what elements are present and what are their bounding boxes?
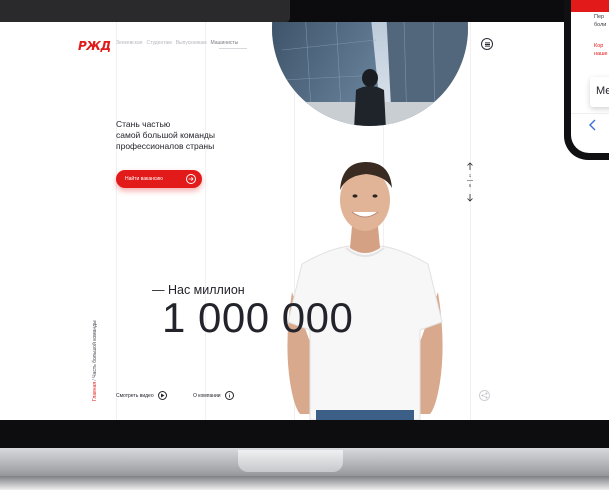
watch-video-link[interactable]: Смотреть видео — [116, 391, 167, 400]
laptop-bezel-top — [0, 0, 609, 22]
laptop-mockup: РЖД Зенкевская Студентам Выпускникам Маш… — [0, 0, 609, 490]
breadcrumb-current: Часть большой команды — [92, 320, 98, 378]
find-vacancy-button[interactable]: Найти вакансию — [116, 170, 202, 188]
breadcrumb-separator: / — [92, 379, 98, 381]
hero-headline: Стань частью самой большой команды профе… — [116, 119, 215, 152]
slide-pager: 1 6 — [464, 162, 476, 204]
watch-video-label: Смотреть видео — [116, 392, 154, 399]
find-vacancy-label: Найти вакансию — [125, 176, 163, 182]
headline-line-1: Стань частью — [116, 119, 171, 129]
share-icon[interactable] — [479, 390, 490, 401]
nav-item-graduates[interactable]: Выпускникам — [176, 40, 207, 46]
phone-text-1: Пер — [594, 14, 605, 20]
laptop-shadow — [0, 476, 609, 490]
pager-current: 1 — [468, 173, 472, 178]
rzd-logo[interactable]: РЖД — [78, 39, 111, 53]
phone-text-3: Кор — [594, 43, 604, 49]
about-company-label: О компании — [193, 392, 221, 399]
website-screen: РЖД Зенкевская Студентам Выпускникам Маш… — [0, 22, 580, 420]
phone-text-4: наше — [594, 51, 608, 57]
smiling-man-photo — [280, 152, 450, 420]
nav-item-drivers[interactable]: Машинисты — [211, 40, 239, 46]
phone-header-bar — [571, 0, 609, 12]
pager-total: 6 — [468, 183, 472, 188]
businessman-building-photo — [272, 22, 468, 126]
info-icon — [224, 391, 234, 400]
headline-line-2: самой большой команды — [116, 130, 215, 140]
hamburger-icon[interactable] — [481, 38, 493, 50]
laptop-bezel-bottom — [0, 420, 609, 450]
nav-item-zenkevskaya[interactable]: Зенкевская — [116, 40, 142, 46]
breadcrumb: Главная / Часть большой команды — [92, 281, 102, 401]
top-nav: Зенкевская Студентам Выпускникам Машинис… — [116, 40, 238, 46]
play-icon — [157, 391, 167, 400]
arrow-right-icon — [186, 174, 196, 184]
chevron-left-icon[interactable] — [588, 119, 598, 131]
breadcrumb-home[interactable]: Главная — [92, 382, 98, 401]
phone-text-2: боли — [594, 22, 607, 28]
nav-active-underline — [219, 48, 247, 49]
laptop-base-notch — [238, 450, 343, 472]
phone-divider — [571, 113, 609, 114]
arrow-up-icon[interactable] — [466, 162, 474, 170]
count-number: 1 000 000 — [162, 294, 354, 341]
phone-input-field[interactable]: Ме — [590, 77, 609, 107]
about-company-link[interactable]: О компании — [193, 391, 234, 400]
phone-field-text: Ме — [596, 85, 609, 97]
phone-screen: Пер боли Кор наше Ме — [571, 0, 609, 153]
nav-item-students[interactable]: Студентам — [146, 40, 171, 46]
pager-separator — [467, 180, 473, 181]
arrow-down-icon[interactable] — [466, 194, 474, 202]
headline-line-3: профессионалов страны — [116, 141, 215, 151]
